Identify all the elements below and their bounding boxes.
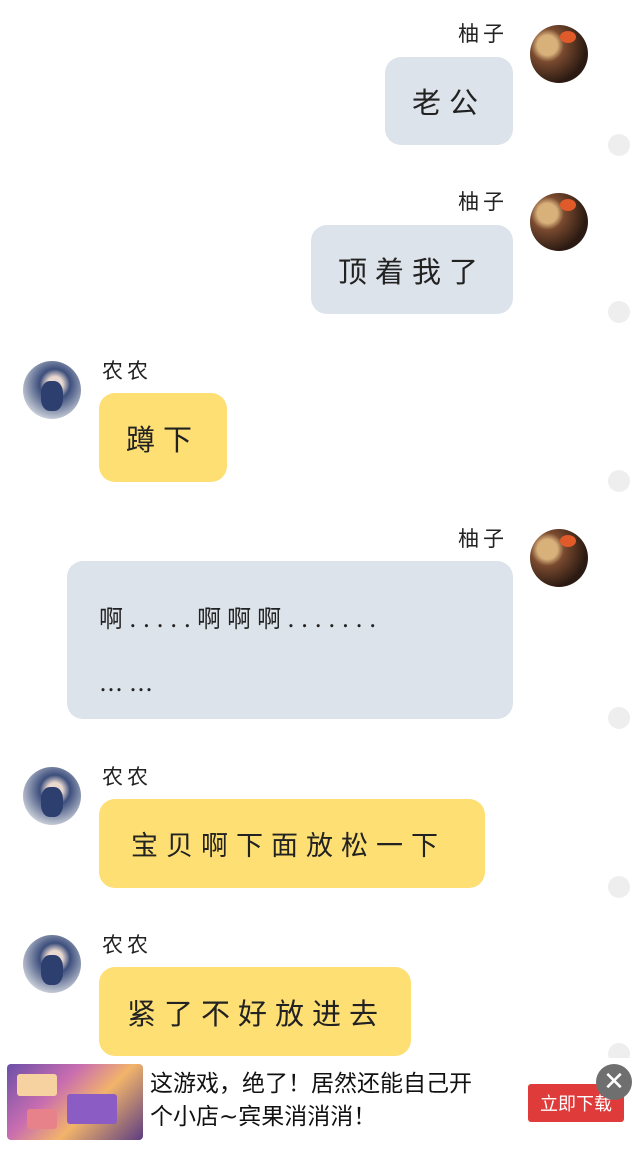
ad-image-detail bbox=[17, 1074, 57, 1096]
sender-name: 农农 bbox=[102, 359, 152, 383]
avatar[interactable] bbox=[23, 935, 81, 993]
avatar-detail bbox=[41, 955, 63, 985]
message-bubble[interactable]: 顶着我了 bbox=[311, 225, 513, 314]
status-dot bbox=[608, 876, 630, 898]
message-bubble[interactable]: 啊.....啊啊啊....... …… bbox=[67, 561, 513, 719]
avatar-detail bbox=[560, 199, 576, 211]
sender-name: 农农 bbox=[102, 765, 152, 789]
message-line: …… bbox=[99, 669, 159, 697]
status-dot bbox=[608, 134, 630, 156]
close-icon[interactable]: ✕ bbox=[596, 1064, 632, 1100]
status-dot bbox=[608, 301, 630, 323]
ad-image-detail bbox=[67, 1094, 117, 1124]
ad-image-detail bbox=[27, 1109, 57, 1129]
sender-name: 农农 bbox=[102, 933, 152, 957]
avatar[interactable] bbox=[530, 529, 588, 587]
message-line: 啊.....啊啊啊....... bbox=[99, 605, 383, 633]
avatar[interactable] bbox=[530, 193, 588, 251]
ad-text-line: 这游戏，绝了！居然还能自己开 bbox=[150, 1071, 472, 1097]
avatar-detail bbox=[560, 31, 576, 43]
ad-text-line: 个小店~宾果消消消！ bbox=[150, 1104, 377, 1130]
avatar[interactable] bbox=[23, 767, 81, 825]
message-bubble[interactable]: 老公 bbox=[385, 57, 513, 145]
message-bubble[interactable]: 宝贝啊下面放松一下 bbox=[99, 799, 485, 888]
avatar-detail bbox=[41, 787, 63, 817]
ad-text[interactable]: 这游戏，绝了！居然还能自己开 个小店~宾果消消消！ bbox=[150, 1068, 510, 1134]
sender-name: 柚子 bbox=[458, 190, 508, 214]
avatar-detail bbox=[560, 535, 576, 547]
message-bubble[interactable]: 紧了不好放进去 bbox=[99, 967, 411, 1056]
ad-banner[interactable]: 这游戏，绝了！居然还能自己开 个小店~宾果消消消！ 立即下载 ✕ bbox=[0, 1058, 640, 1150]
status-dot bbox=[608, 470, 630, 492]
avatar[interactable] bbox=[530, 25, 588, 83]
sender-name: 柚子 bbox=[458, 527, 508, 551]
avatar-detail bbox=[41, 381, 63, 411]
ad-image[interactable] bbox=[7, 1064, 143, 1140]
sender-name: 柚子 bbox=[458, 22, 508, 46]
avatar[interactable] bbox=[23, 361, 81, 419]
status-dot bbox=[608, 707, 630, 729]
message-bubble[interactable]: 蹲下 bbox=[99, 393, 227, 482]
